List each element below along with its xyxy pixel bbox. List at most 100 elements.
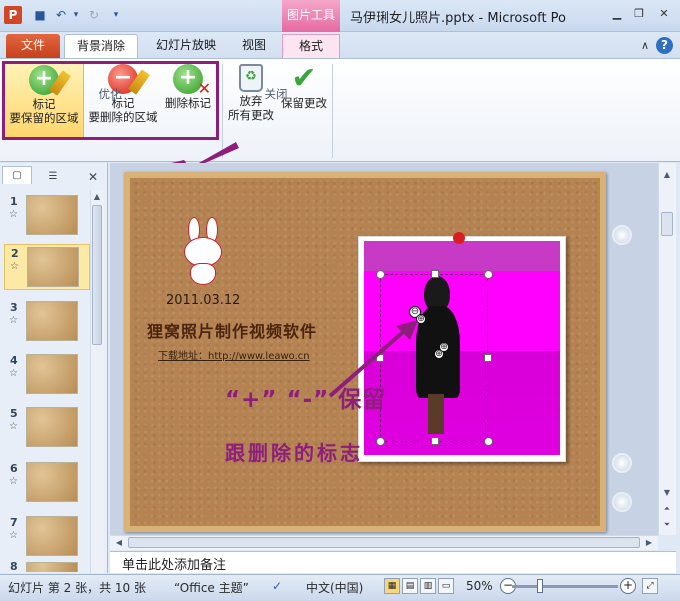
theme-name[interactable]: “Office 主题” (174, 579, 249, 596)
photo-subject-legs (428, 394, 444, 434)
rabbit-cartoon-image (180, 217, 226, 287)
title-bar (0, 0, 680, 32)
outline-tab-icon[interactable]: ☰ (38, 168, 68, 186)
slide-thumbnail-1[interactable]: 1 ☆ (4, 193, 90, 239)
slide-thumbnail-3[interactable]: 3 ☆ (4, 299, 90, 345)
keep-mark-marker-icon[interactable]: ⊕ (439, 342, 449, 352)
slide-thumbnail-7[interactable]: 7 ☆ (4, 514, 90, 560)
save-icon[interactable]: ■ (32, 7, 48, 23)
zoom-slider-thumb[interactable] (537, 579, 543, 593)
animation-star-icon: ☆ (9, 368, 18, 379)
decorative-ring (612, 492, 632, 512)
slide-thumbnail-6[interactable]: 6 ☆ (4, 460, 90, 506)
resize-handle[interactable] (484, 354, 492, 362)
help-icon[interactable]: ? (656, 37, 673, 54)
resize-handle[interactable] (431, 437, 439, 445)
powerpoint-app-icon[interactable]: P (4, 6, 22, 24)
animation-star-icon: ☆ (9, 315, 18, 326)
scroll-up-arrow-icon[interactable]: ▲ (660, 168, 674, 182)
slide-thumbnail-4[interactable]: 4 ☆ (4, 352, 90, 398)
language-indicator[interactable]: 中文(中国) (306, 579, 363, 596)
previous-slide-icon[interactable]: ⏶ (660, 502, 674, 516)
close-button[interactable]: ✕ (655, 6, 673, 22)
normal-view-icon[interactable]: ▦ (384, 578, 400, 594)
slide-thumbnail-image (26, 195, 78, 235)
slide-date-text[interactable]: 2011.03.12 (166, 293, 240, 308)
slide-counter: 幻灯片 第 2 张，共 10 张 (8, 581, 146, 595)
slide-thumbnail-image (26, 354, 78, 394)
zoom-slider[interactable] (512, 585, 618, 588)
minimize-ribbon-icon[interactable]: ∧ (636, 38, 654, 54)
slide-thumbnail-image (26, 462, 78, 502)
discard-label-2: 所有更改 (228, 108, 274, 122)
tab-remove-background[interactable]: 背景消除 (64, 34, 138, 58)
slide-number: 7 (10, 516, 18, 529)
slide-heading-text[interactable]: 狸窝照片制作视频软件 (147, 318, 317, 342)
notes-placeholder[interactable]: 单击此处添加备注 (122, 554, 226, 573)
animation-star-icon: ☆ (9, 421, 18, 432)
animation-star-icon: ☆ (9, 530, 18, 541)
slides-pane-scroll-thumb[interactable] (92, 205, 102, 345)
resize-handle[interactable] (431, 270, 439, 278)
slides-tab-icon[interactable]: ▢ (2, 166, 32, 184)
slide-number: 3 (10, 301, 18, 314)
slide-number: 1 (10, 195, 18, 208)
animation-star-icon: ☆ (9, 476, 18, 487)
decorative-ring (612, 453, 632, 473)
annotation-text-line-1: “+” “-” 保留 (225, 387, 387, 413)
redo-icon[interactable]: ↻ (86, 7, 102, 23)
spell-check-icon[interactable]: ✓ (272, 579, 282, 593)
vertical-scroll-thumb[interactable] (661, 212, 673, 236)
annotation-text-line-2: 跟删除的标志 (225, 441, 363, 465)
tab-format[interactable]: 格式 (282, 34, 340, 58)
tab-slide-show[interactable]: 幻灯片放映 (146, 34, 226, 58)
slide-number: 8 (10, 562, 18, 572)
fit-to-window-icon[interactable]: ⤢ (642, 578, 658, 594)
slide-thumbnail-image (26, 562, 78, 572)
resize-handle[interactable] (376, 437, 385, 446)
slide-thumbnail-image (27, 247, 79, 287)
minimize-button[interactable]: ▁ (608, 6, 626, 22)
slide-thumbnail-8[interactable]: 8 (4, 562, 90, 572)
tab-file[interactable]: 文件 (6, 34, 60, 58)
slide-thumbnail-image (26, 516, 78, 556)
slide-thumbnail-2[interactable]: 2 ☆ (4, 244, 90, 290)
slide-download-link[interactable]: 下载地址：http://www.leawo.cn (158, 347, 310, 362)
slide-thumbnail-image (26, 301, 78, 341)
slide-thumbnail-5[interactable]: 5 ☆ (4, 405, 90, 451)
push-pin-icon (453, 232, 465, 244)
slide-show-view-icon[interactable]: ▭ (438, 578, 454, 594)
link-label: 下载地址： (158, 351, 208, 362)
slide-thumbnail-image (26, 407, 78, 447)
zoom-level[interactable]: 50% (466, 579, 493, 593)
resize-handle[interactable] (376, 270, 385, 279)
slide-number: 4 (10, 354, 18, 367)
picture-tools-context-label: 图片工具 (282, 0, 340, 32)
scroll-left-arrow-icon[interactable]: ◀ (112, 536, 126, 550)
slide-number: 5 (10, 407, 18, 420)
link-url[interactable]: http://www.leawo.cn (208, 351, 310, 362)
resize-handle[interactable] (484, 437, 493, 446)
tab-view[interactable]: 视图 (232, 34, 276, 58)
annotation-highlight-box (2, 61, 219, 140)
slide-sorter-view-icon[interactable]: ▤ (402, 578, 418, 594)
window-title: 马伊琍女儿照片.pptx - Microsoft Po (350, 11, 567, 26)
undo-dropdown-icon[interactable]: ▾ (68, 7, 84, 23)
scroll-down-arrow-icon[interactable]: ▼ (660, 486, 674, 500)
decorative-ring (612, 225, 632, 245)
slide-number: 2 (11, 247, 19, 260)
next-slide-icon[interactable]: ⏷ (660, 518, 674, 532)
animation-star-icon: ☆ (10, 261, 19, 272)
resize-handle[interactable] (484, 270, 493, 279)
restore-button[interactable]: ❐ (630, 6, 648, 22)
group-divider (332, 64, 333, 158)
customize-qat-icon[interactable]: ▾ (108, 7, 124, 23)
scroll-up-arrow-icon[interactable]: ▲ (90, 190, 104, 204)
zoom-in-icon[interactable]: + (620, 578, 636, 594)
group-label-close: 关闭 (264, 87, 288, 101)
reading-view-icon[interactable]: ▥ (420, 578, 436, 594)
undo-icon[interactable]: ↶ (53, 7, 69, 23)
horizontal-scroll-thumb[interactable] (128, 537, 640, 548)
scroll-right-arrow-icon[interactable]: ▶ (642, 536, 656, 550)
close-pane-icon[interactable]: ✕ (82, 168, 104, 186)
